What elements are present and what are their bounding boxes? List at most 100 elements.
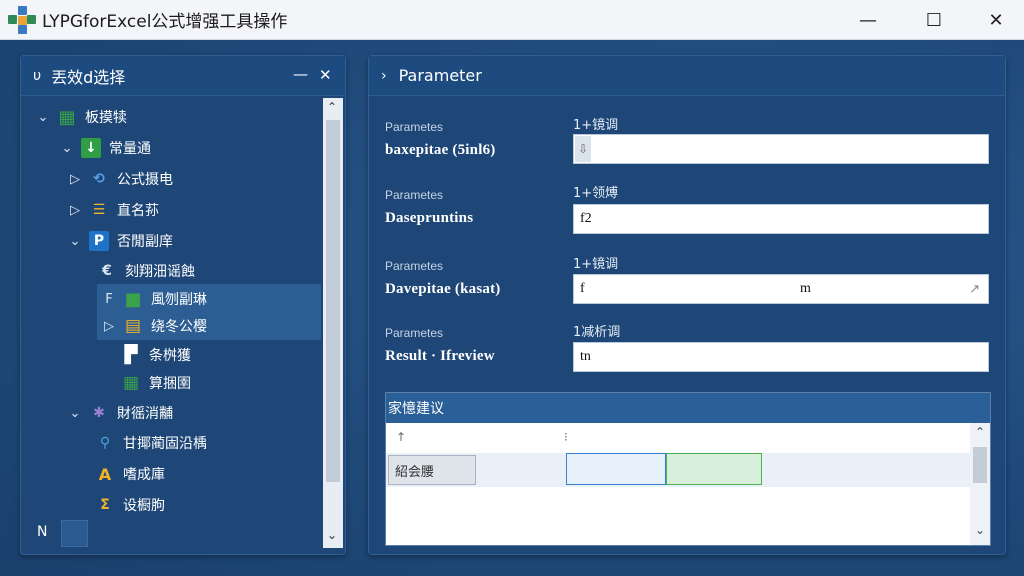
tree-item-label: 刻翔沺谣蝕	[125, 264, 195, 280]
tree-item-4[interactable]: ▷ ☰ 直名荪	[67, 195, 159, 225]
suggestion-row-label: 紹会腰	[395, 464, 435, 480]
expand-arrow-icon[interactable]: ▷	[67, 203, 83, 218]
doc-icon: ▛	[124, 345, 138, 365]
close-panel-button[interactable]: ✕	[319, 66, 332, 84]
footer-label: N	[37, 524, 48, 540]
tree-item-label: 嗜成庫	[123, 467, 165, 483]
scroll-up-icon[interactable]: ⌃	[975, 425, 985, 439]
tree-item-8[interactable]: ▷ ▤ 绕冬公樱	[101, 311, 207, 341]
suggestion-header: 家憶建议	[386, 393, 990, 423]
suggestion-row-label-cell[interactable]: 紹会腰	[388, 455, 476, 485]
result-preview-value: tn	[580, 349, 591, 364]
window-title: LYPGforExcel公式增强工具操作	[42, 12, 288, 32]
tree-scrollbar[interactable]: ⌃ ⌄	[323, 98, 343, 548]
scroll-down-icon[interactable]: ⌄	[975, 523, 985, 537]
field-1-input[interactable]: ⇩	[573, 134, 989, 164]
field-3-cursor-text: m	[800, 281, 811, 296]
tree-item-1[interactable]: ⌄ ▦ 板摸犊	[35, 102, 127, 132]
parameter-panel-title: Parameter	[398, 66, 482, 85]
pin-button[interactable]: —	[293, 65, 308, 83]
field-3-input[interactable]: f m ↗	[573, 274, 989, 304]
bug-icon: ✱	[93, 405, 105, 421]
grid-icon: ▦	[58, 106, 76, 128]
field-picker-icon[interactable]: ⇩	[575, 136, 591, 162]
field-1-caption: Parametes	[385, 120, 444, 134]
suggestion-row[interactable]: 紹会腰	[386, 453, 970, 487]
field-3-value: f	[580, 281, 585, 296]
result-preview-input[interactable]: tn	[573, 342, 989, 372]
tree-item-label: 公式摄电	[117, 172, 173, 188]
tree-item-11[interactable]: ⌄ ✱ 財徭消黼	[67, 398, 173, 428]
expand-arrow-icon[interactable]: ⌄	[67, 406, 83, 421]
field-3-caption: Parametes	[385, 259, 444, 273]
minimize-button[interactable]: —	[840, 0, 896, 40]
collapse-chevron-icon[interactable]: ›	[381, 68, 387, 84]
workspace: υ 丟效d选择 — ✕ ⌄ ▦ 板摸犊 ⌄ ↓ 常量通 ▷ ⟲ 公式摄电 ▷ ☰…	[0, 40, 1024, 576]
tree-item-3[interactable]: ▷ ⟲ 公式摄电	[67, 164, 173, 194]
scroll-thumb[interactable]	[973, 447, 987, 483]
tree-item-14[interactable]: Σ 设橱朐	[89, 490, 165, 520]
tree-item-13[interactable]: A 嗜成庫	[89, 459, 165, 489]
expand-arrow-icon[interactable]: ⌄	[59, 141, 75, 156]
tree-item-label: 直名荪	[117, 203, 159, 219]
tree-item-5[interactable]: ⌄ P 否閒副庠	[67, 226, 173, 256]
tree-item-label: 常量通	[109, 141, 151, 157]
scroll-thumb[interactable]	[326, 120, 340, 482]
parameter-panel: › Parameter Parametes baxepitae (5inl6) …	[368, 55, 1006, 555]
tree-item-6[interactable]: € 刻翔沺谣蝕	[91, 256, 195, 286]
scroll-up-icon[interactable]: ⌃	[327, 100, 337, 114]
field-4-caption: Parametes	[385, 326, 444, 340]
app-logo-icon	[8, 5, 36, 34]
title-bar: LYPGforExcel公式增强工具操作 — ☐ ✕	[0, 0, 1024, 40]
maximize-button[interactable]: ☐	[906, 0, 962, 40]
tree-item-label: 否閒副庠	[117, 234, 173, 250]
close-window-button[interactable]: ✕	[968, 0, 1024, 40]
list-icon: ☰	[92, 202, 106, 218]
field-2-value: f2	[580, 211, 592, 226]
suggestion-column-header: ↑ ⁝	[386, 423, 970, 451]
selection-panel: υ 丟效d选择 — ✕ ⌄ ▦ 板摸犊 ⌄ ↓ 常量通 ▷ ⟲ 公式摄电 ▷ ☰…	[20, 55, 346, 555]
p-icon: P	[89, 231, 109, 251]
parameter-panel-header: › Parameter	[369, 56, 1005, 96]
tree-item-label: 財徭消黼	[117, 406, 173, 422]
field-2-hint: 1+领煿	[573, 186, 619, 201]
tree-item-label: 板摸犊	[85, 110, 127, 126]
suggestion-title: 家憶建议	[388, 401, 444, 417]
scroll-down-icon[interactable]: ⌄	[327, 528, 337, 542]
tree-item-2[interactable]: ⌄ ↓ 常量通	[59, 133, 151, 163]
field-4-hint: 1减析调	[573, 325, 621, 340]
footer-swatch[interactable]	[61, 520, 88, 547]
panel-icon: υ	[33, 67, 42, 84]
euro-icon: €	[102, 263, 112, 279]
field-1-label: baxepitae (5inl6)	[385, 142, 496, 158]
suggestion-scrollbar[interactable]: ⌃ ⌄	[970, 423, 990, 545]
expand-arrow-icon[interactable]: ⌄	[67, 234, 83, 249]
link-icon: ⟲	[93, 171, 105, 187]
expand-arrow-icon[interactable]: ⌄	[35, 110, 51, 125]
selection-panel-header: υ 丟效d选择 — ✕	[21, 56, 345, 96]
suggestion-cell-green[interactable]	[666, 453, 762, 485]
tree-item-9[interactable]: ▛ 条桝獲	[115, 340, 191, 370]
chart-icon: ▤	[124, 316, 142, 336]
box-icon: ■	[124, 288, 142, 310]
column-separator-icon: ⁝	[564, 430, 568, 444]
search-icon: ⚲	[99, 435, 111, 451]
expand-arrow-icon[interactable]: ▷	[101, 319, 117, 334]
tree-item-7[interactable]: F ■ 風刎副琳	[101, 284, 207, 314]
field-4-label: Result · Ifreview	[385, 348, 495, 364]
tree-item-label: 设橱朐	[123, 498, 165, 514]
sort-icon[interactable]: ↑	[396, 430, 406, 444]
field-2-caption: Parametes	[385, 188, 444, 202]
field-3-label: Davepitae (kasat)	[385, 281, 501, 297]
suggestion-cell-selected[interactable]	[566, 453, 666, 485]
tree-item-label: 甘揶蔺固沿楀	[123, 436, 207, 452]
field-3-hint: 1+镜调	[573, 257, 619, 272]
sum-icon: Σ	[100, 497, 110, 513]
tree-item-12[interactable]: ⚲ 甘揶蔺固沿楀	[89, 428, 207, 458]
selection-panel-title: 丟效d选择	[51, 67, 126, 87]
expand-field-icon[interactable]: ↗	[969, 281, 980, 297]
field-2-input[interactable]: f2	[573, 204, 989, 234]
tree-item-10[interactable]: ▦ 算捆圉	[115, 368, 191, 398]
expand-arrow-icon[interactable]: ▷	[67, 172, 83, 187]
tree-item-label: 風刎副琳	[151, 292, 207, 308]
